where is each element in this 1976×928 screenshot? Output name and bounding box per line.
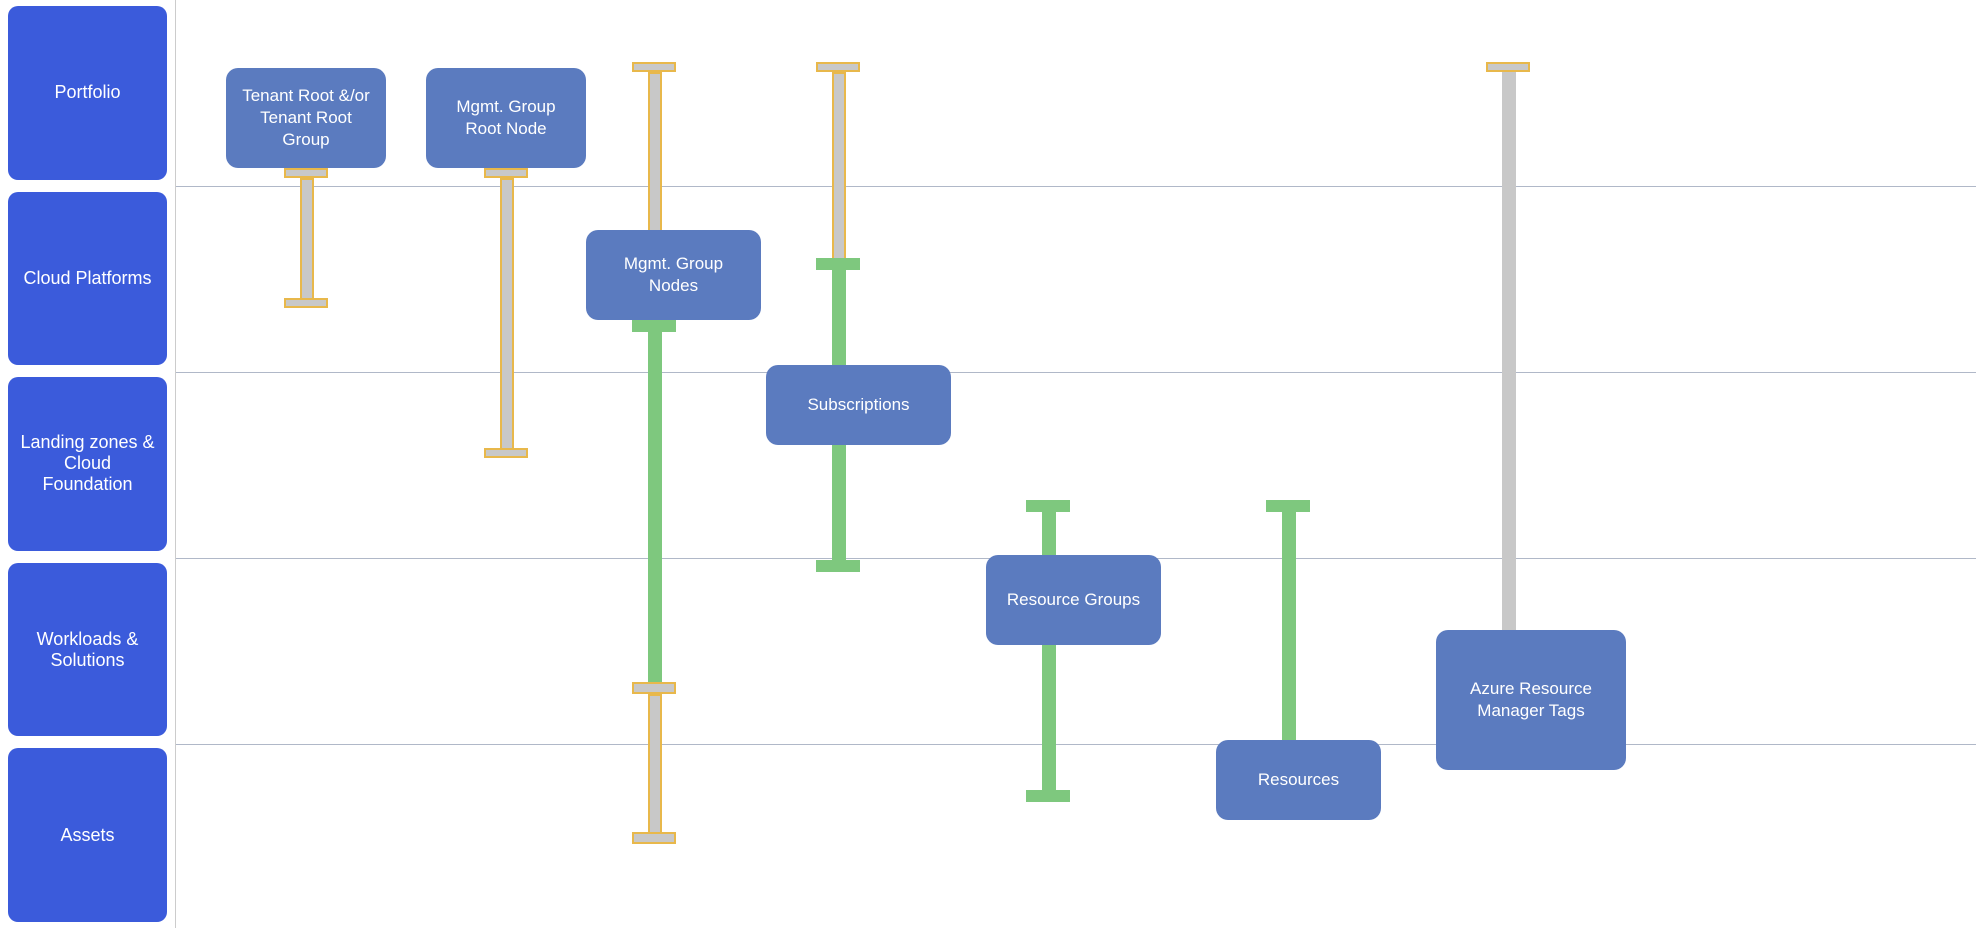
stem-mgmt-root	[500, 178, 514, 458]
cap-tenant-top	[284, 168, 328, 178]
divider-4	[176, 744, 1976, 745]
node-resource-groups: Resource Groups	[986, 555, 1161, 645]
cap-tenant-bottom	[284, 298, 328, 308]
cap-subs-green-start	[816, 258, 860, 270]
stem-subs-gray-top	[832, 72, 846, 270]
cap-rg-bottom	[1026, 790, 1070, 802]
cap-mgmt-nodes-top	[632, 62, 676, 72]
divider-1	[176, 186, 1976, 187]
main-content: Tenant Root &/or Tenant Root Group Mgmt.…	[175, 0, 1976, 928]
sidebar-row-workloads: Workloads & Solutions	[8, 563, 167, 737]
cap-mgmt-root-top	[484, 168, 528, 178]
node-azure-rm-tags: Azure Resource Manager Tags	[1436, 630, 1626, 770]
cap-arm-top	[1486, 62, 1530, 72]
node-mgmt-root: Mgmt. Group Root Node	[426, 68, 586, 168]
stem-rg-green	[1042, 512, 1056, 792]
cap-subs-top	[816, 62, 860, 72]
stem-tenant	[300, 178, 314, 308]
cap-subs-green-bottom	[816, 560, 860, 572]
node-tenant-root: Tenant Root &/or Tenant Root Group	[226, 68, 386, 168]
node-subscriptions: Subscriptions	[766, 365, 951, 445]
sidebar-row-cloud-platforms: Cloud Platforms	[8, 192, 167, 366]
cap-mgmt-nodes-green-top	[632, 320, 676, 332]
cap-mgmt-root-bottom	[484, 448, 528, 458]
cap-res-top	[1266, 500, 1310, 512]
sidebar-row-landing-zones: Landing zones & Cloud Foundation	[8, 377, 167, 551]
node-resources: Resources	[1216, 740, 1381, 820]
node-mgmt-nodes: Mgmt. Group Nodes	[586, 230, 761, 320]
cap-mgmt-nodes-btm	[632, 832, 676, 844]
stem-mgmt-nodes-bottom	[648, 694, 662, 834]
sidebar: Portfolio Cloud Platforms Landing zones …	[0, 0, 175, 928]
cap-mgmt-nodes-bottom-gray	[632, 682, 676, 694]
sidebar-row-portfolio: Portfolio	[8, 6, 167, 180]
diagram-container: Portfolio Cloud Platforms Landing zones …	[0, 0, 1976, 928]
stem-mgmt-nodes-green	[648, 332, 662, 682]
cap-rg-top	[1026, 500, 1070, 512]
sidebar-row-assets: Assets	[8, 748, 167, 922]
divider-2	[176, 372, 1976, 373]
